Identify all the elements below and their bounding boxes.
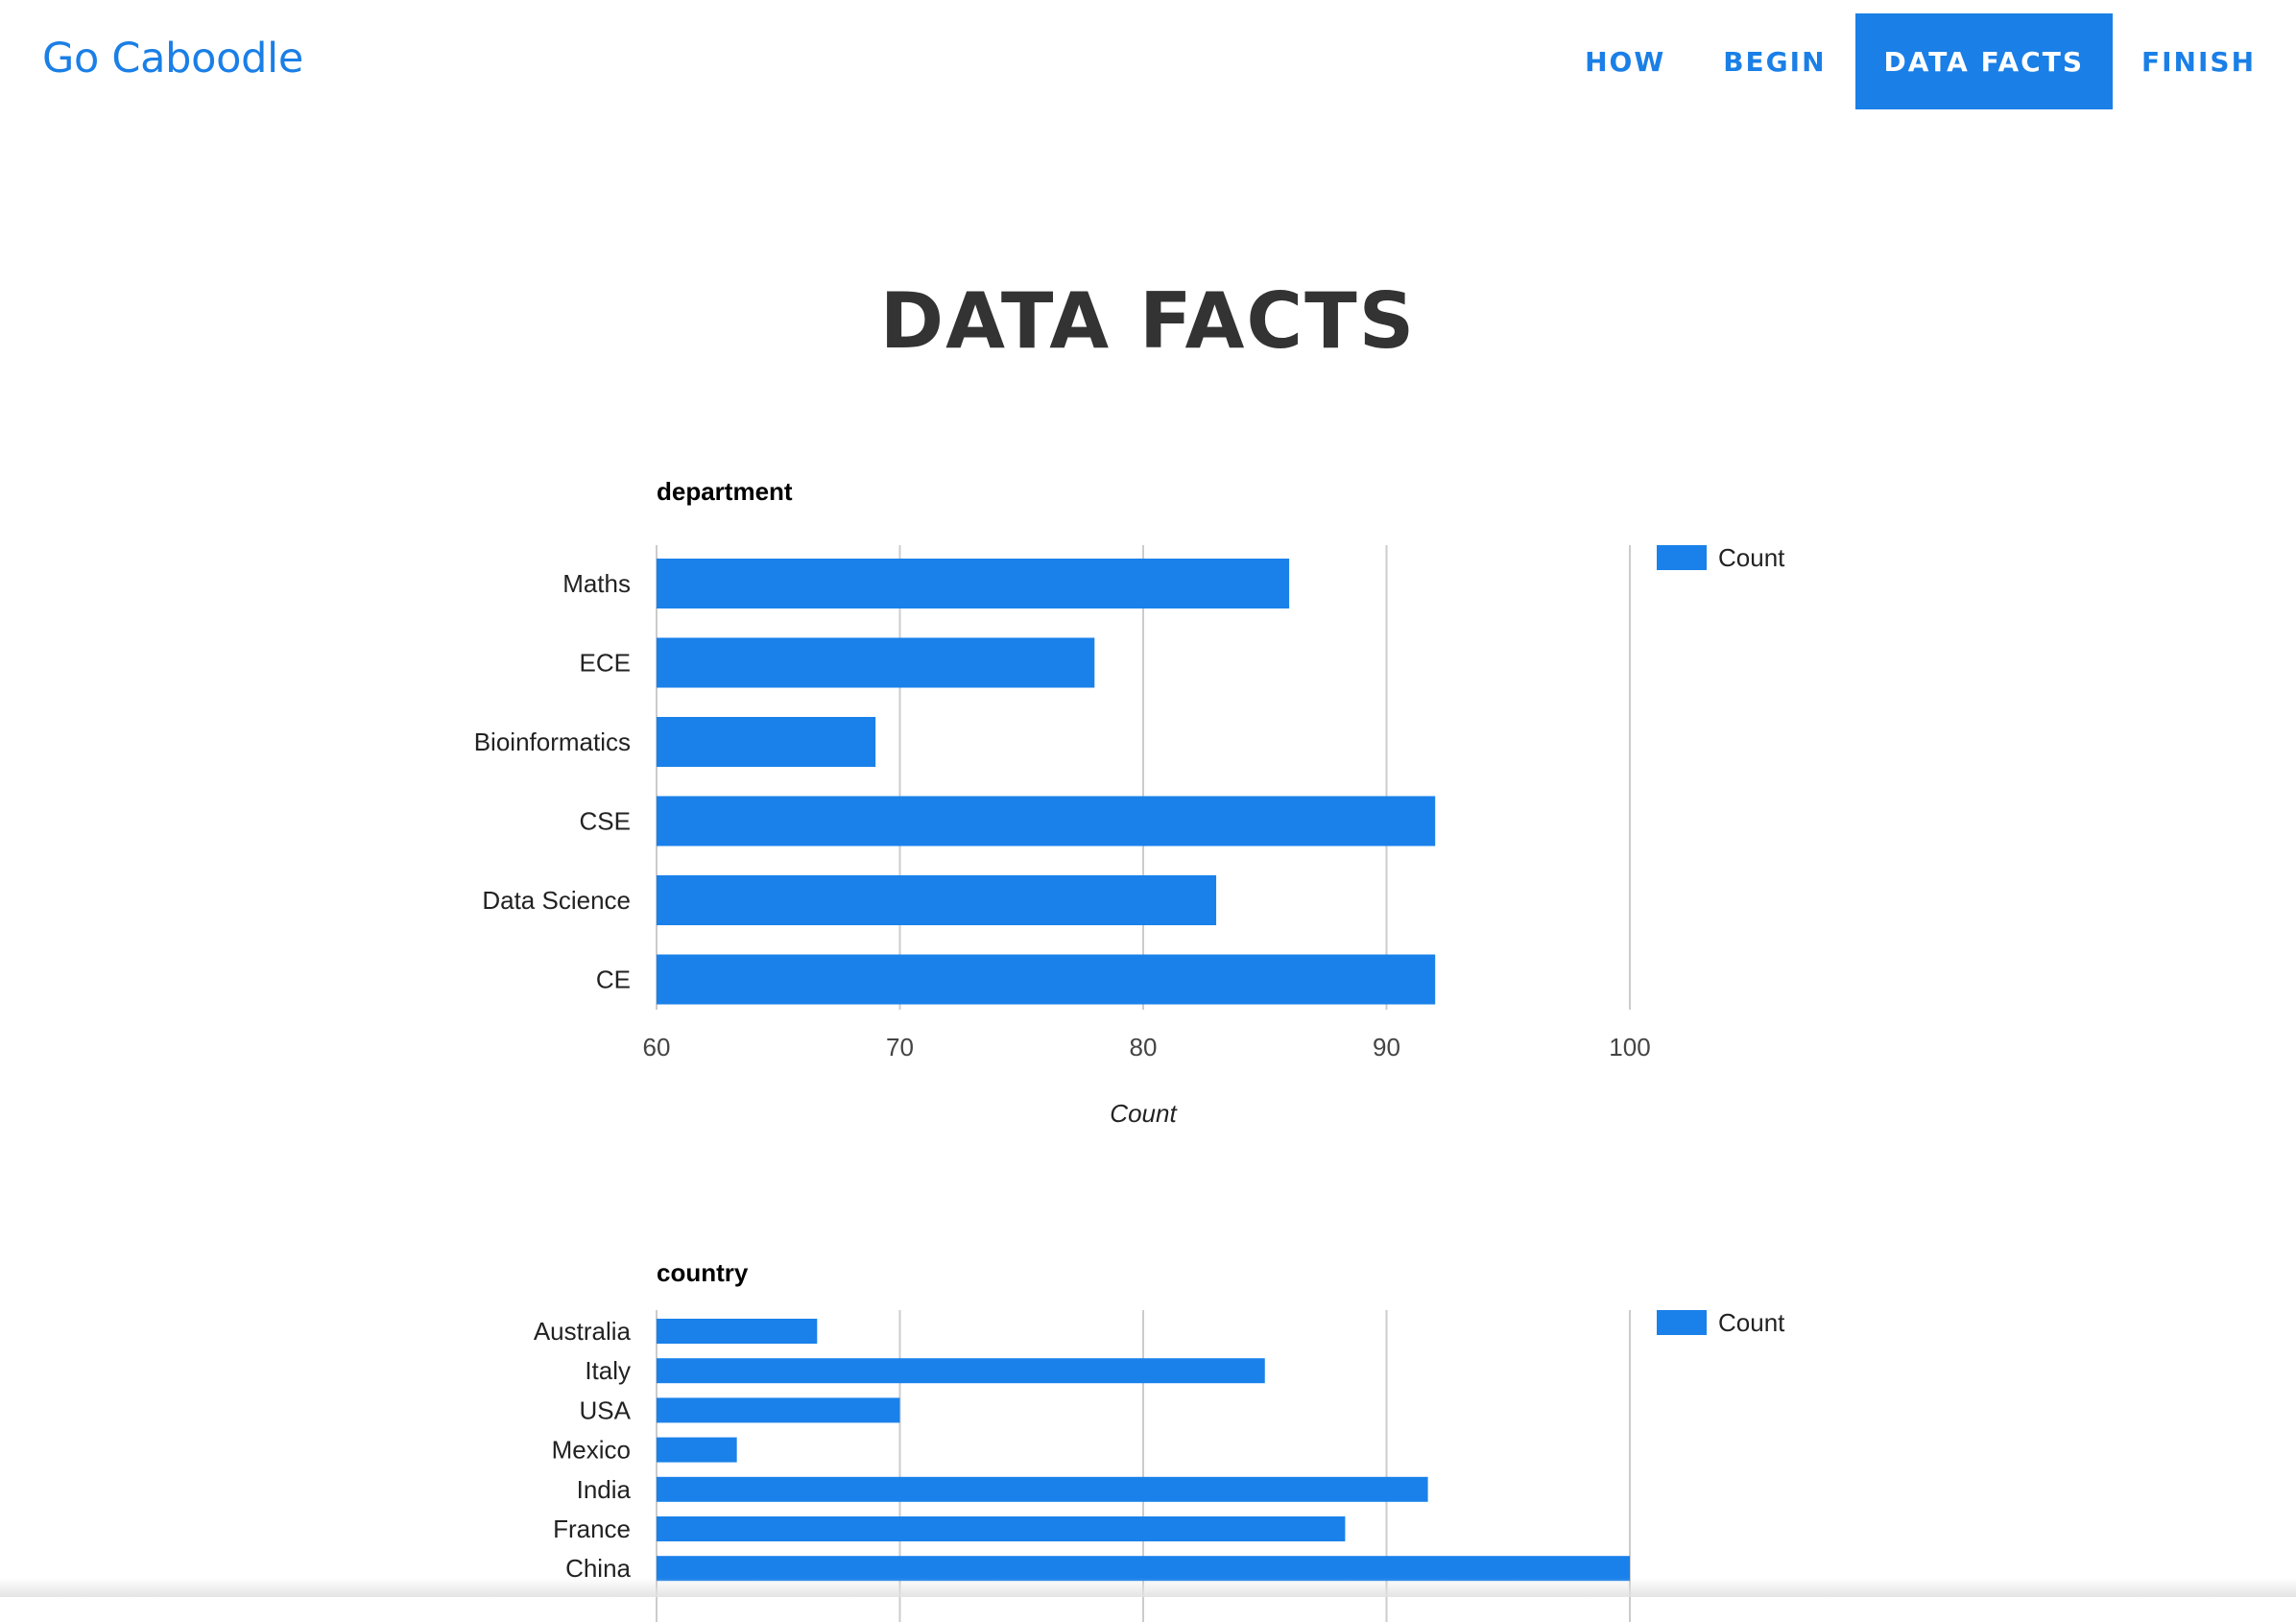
country-chart: country Australia Italy USA Mexico India Franc… — [534, 1258, 1785, 1622]
brand-logo-link[interactable]: Go Caboodle — [42, 35, 303, 83]
category-label: India — [577, 1475, 632, 1504]
category-label: ECE — [580, 649, 631, 678]
bar — [657, 1516, 1346, 1541]
x-tick-label: 70 — [886, 1033, 914, 1061]
legend-label: Count — [1718, 543, 1785, 572]
nav-begin[interactable]: BEGIN — [1694, 13, 1854, 109]
nav-data-facts[interactable]: DATA FACTS — [1854, 13, 2113, 109]
bar — [657, 1437, 737, 1463]
category-label: France — [553, 1515, 631, 1543]
top-navbar: Go Caboodle HOW BEGIN DATA FACTS FINISH — [0, 0, 2296, 123]
bar — [657, 954, 1436, 1005]
bar — [657, 717, 876, 767]
category-label: Maths — [562, 569, 631, 598]
category-label: Australia — [534, 1317, 632, 1346]
category-label: CE — [596, 966, 631, 994]
bar — [657, 637, 1095, 688]
bar — [657, 875, 1217, 925]
chart-title: department — [657, 477, 793, 506]
x-tick-label: 100 — [1609, 1033, 1650, 1061]
x-tick-label: 60 — [643, 1033, 671, 1061]
bar — [657, 559, 1290, 608]
category-label: Data Science — [482, 886, 631, 915]
bar — [657, 1358, 1265, 1384]
chart-title: country — [657, 1258, 749, 1287]
category-label: USA — [580, 1395, 632, 1424]
bar — [657, 796, 1436, 847]
nav-how[interactable]: HOW — [1556, 13, 1694, 109]
viewport-bottom-shadow — [0, 1578, 2296, 1597]
category-label: Italy — [585, 1356, 631, 1385]
bar — [657, 1319, 818, 1344]
bar — [657, 1397, 900, 1423]
bar — [657, 1476, 1428, 1502]
page-title: DATA FACTS — [879, 276, 1417, 366]
category-label: Mexico — [552, 1436, 631, 1465]
main-nav: HOW BEGIN DATA FACTS FINISH — [1556, 13, 2284, 109]
x-tick-label: 80 — [1130, 1033, 1158, 1061]
category-label: CSE — [580, 807, 631, 836]
x-tick-label: 90 — [1373, 1033, 1400, 1061]
nav-finish[interactable]: FINISH — [2113, 13, 2284, 109]
category-label: Bioinformatics — [474, 728, 631, 756]
department-chart: department Maths ECE Bioinformatics CSE Data … — [474, 477, 1785, 1128]
legend-label: Count — [1718, 1308, 1785, 1337]
x-axis-title: Count — [1110, 1099, 1178, 1128]
legend-swatch — [1657, 1310, 1707, 1335]
legend-swatch — [1657, 545, 1707, 570]
